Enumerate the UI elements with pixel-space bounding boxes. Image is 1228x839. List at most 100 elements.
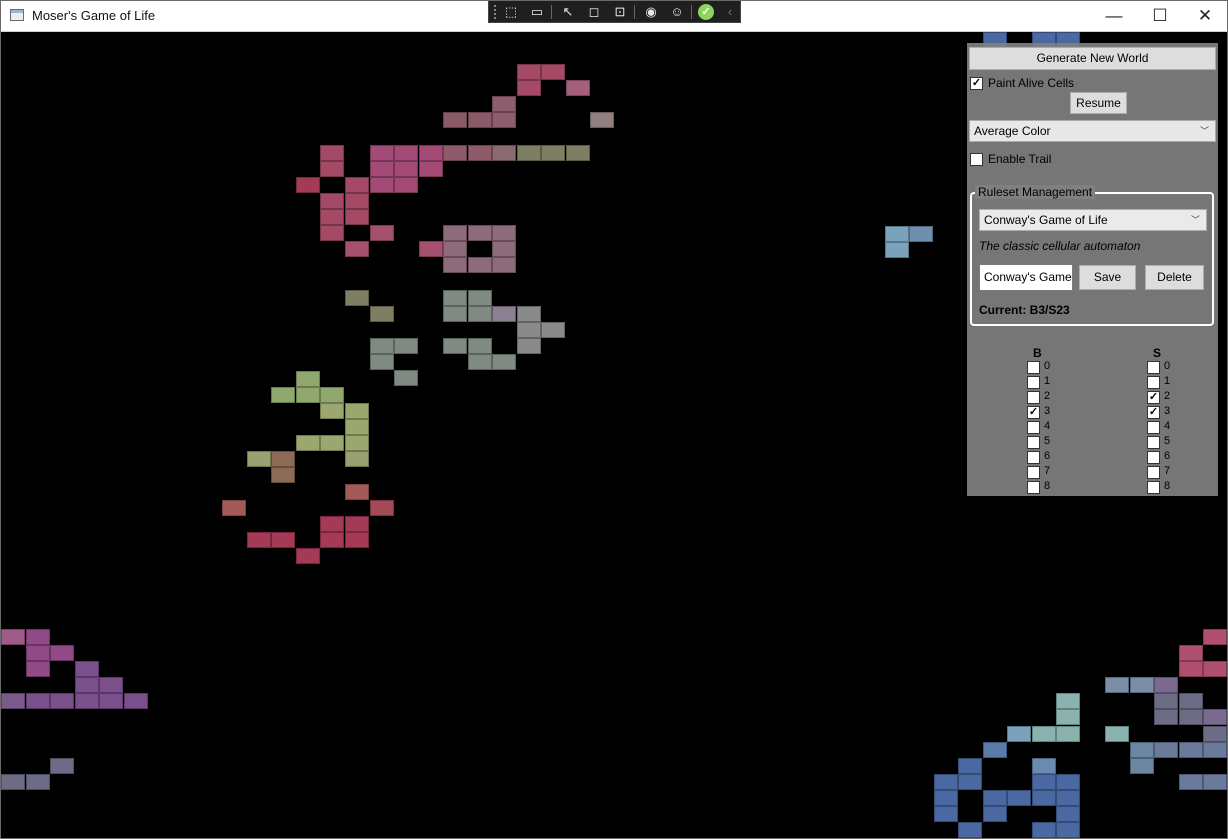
cell [443, 241, 467, 257]
title-bar[interactable]: Moser's Game of Life ⬚ ▭ ↖ ◻ ⊡ ◉ ☺ ✓ ‹ —… [1, 1, 1227, 32]
delete-button[interactable]: Delete [1145, 265, 1204, 290]
cell [370, 161, 394, 177]
enable-trail-checkbox[interactable] [970, 153, 983, 166]
cell [320, 209, 344, 225]
cell [517, 306, 541, 322]
cell [492, 145, 516, 161]
survival-checkbox-1[interactable] [1147, 376, 1160, 389]
cell [394, 370, 418, 386]
ruleset-name-input[interactable]: Conway's Game [979, 264, 1073, 291]
birth-checkbox-8[interactable] [1027, 481, 1040, 494]
current-rule-label: Current: B3/S23 [979, 303, 1070, 317]
birth-checkbox-5[interactable] [1027, 436, 1040, 449]
ruleset-dropdown[interactable]: Conway's Game of Life ﹀ [979, 209, 1207, 231]
survival-number-label: 0 [1164, 360, 1171, 372]
cell [345, 177, 369, 193]
cell [1007, 726, 1031, 742]
survival-checkbox-6[interactable] [1147, 451, 1160, 464]
cell [320, 532, 344, 548]
cell [370, 225, 394, 241]
survival-number-label: 7 [1164, 465, 1171, 477]
cell [1179, 661, 1203, 677]
save-button[interactable]: Save [1079, 265, 1136, 290]
birth-checkbox-4[interactable] [1027, 421, 1040, 434]
birth-checkbox-1[interactable] [1027, 376, 1040, 389]
cell [1154, 709, 1178, 725]
cell [909, 226, 933, 242]
birth-checkbox-7[interactable] [1027, 466, 1040, 479]
birth-checkbox-0[interactable] [1027, 361, 1040, 374]
cell [468, 306, 492, 322]
cell [320, 145, 344, 161]
survival-checkbox-2[interactable]: ✓ [1147, 391, 1160, 404]
survival-checkbox-5[interactable] [1147, 436, 1160, 449]
cell [345, 484, 369, 500]
cell [1179, 645, 1203, 661]
cell [1, 774, 25, 790]
generate-new-world-button[interactable]: Generate New World [969, 47, 1216, 70]
survival-checkbox-7[interactable] [1147, 466, 1160, 479]
color-mode-dropdown[interactable]: Average Color ﹀ [969, 120, 1216, 142]
cell [1203, 742, 1227, 758]
cell [99, 677, 123, 693]
cell [885, 226, 909, 242]
resume-button[interactable]: Resume [1070, 92, 1127, 114]
cell [1130, 742, 1154, 758]
cell [541, 322, 565, 338]
close-button[interactable]: ✕ [1182, 1, 1227, 31]
cell [983, 806, 1007, 822]
cell [468, 112, 492, 128]
cell [566, 145, 590, 161]
window-title: Moser's Game of Life [32, 8, 156, 23]
cell [1203, 726, 1227, 742]
layout-bounds-icon[interactable]: ◻ [586, 4, 602, 20]
minimize-button[interactable]: — [1091, 1, 1137, 31]
select-element-icon[interactable]: ⬚ [503, 4, 519, 20]
accessibility-icon[interactable]: ☺ [669, 4, 685, 20]
birth-number-label: 2 [1044, 390, 1051, 402]
survival-checkbox-4[interactable] [1147, 421, 1160, 434]
cell [983, 742, 1007, 758]
cell [419, 161, 443, 177]
survival-checkbox-3[interactable]: ✓ [1147, 406, 1160, 419]
birth-checkbox-6[interactable] [1027, 451, 1040, 464]
collapse-icon[interactable]: ‹ [722, 4, 738, 20]
birth-number-label: 7 [1044, 465, 1051, 477]
paint-alive-cells-checkbox[interactable]: ✓ [970, 77, 983, 90]
cell [492, 306, 516, 322]
cell [1056, 726, 1080, 742]
toolbar-grip-icon[interactable] [493, 4, 497, 19]
cell [26, 693, 50, 709]
control-panel: Generate New World ✓ Paint Alive Cells R… [967, 43, 1218, 496]
hot-reload-icon[interactable]: ◉ [643, 4, 659, 20]
cell [1032, 822, 1056, 838]
cell [934, 806, 958, 822]
survival-checkbox-8[interactable] [1147, 481, 1160, 494]
cell [1056, 790, 1080, 806]
maximize-button[interactable]: ☐ [1137, 1, 1183, 31]
cell [590, 112, 614, 128]
cell [345, 451, 369, 467]
cell [1056, 774, 1080, 790]
cell [492, 96, 516, 112]
cell [443, 112, 467, 128]
birth-number-label: 8 [1044, 480, 1051, 492]
cell [1203, 629, 1227, 645]
pointer-icon[interactable]: ↖ [560, 4, 576, 20]
birth-checkbox-3[interactable]: ✓ [1027, 406, 1040, 419]
cell [517, 338, 541, 354]
paint-alive-cells-label: Paint Alive Cells [988, 76, 1075, 90]
birth-number-label: 3 [1044, 405, 1051, 417]
birth-number-label: 1 [1044, 375, 1051, 387]
cell [492, 225, 516, 241]
survival-number-label: 3 [1164, 405, 1171, 417]
cell [1007, 790, 1031, 806]
record-icon[interactable]: ▭ [529, 4, 545, 20]
cell [1203, 661, 1227, 677]
survival-header: S [1153, 346, 1162, 360]
app-window: Moser's Game of Life ⬚ ▭ ↖ ◻ ⊡ ◉ ☺ ✓ ‹ —… [0, 0, 1228, 839]
birth-checkbox-2[interactable] [1027, 391, 1040, 404]
cell [75, 661, 99, 677]
track-focus-icon[interactable]: ⊡ [612, 4, 628, 20]
survival-checkbox-0[interactable] [1147, 361, 1160, 374]
